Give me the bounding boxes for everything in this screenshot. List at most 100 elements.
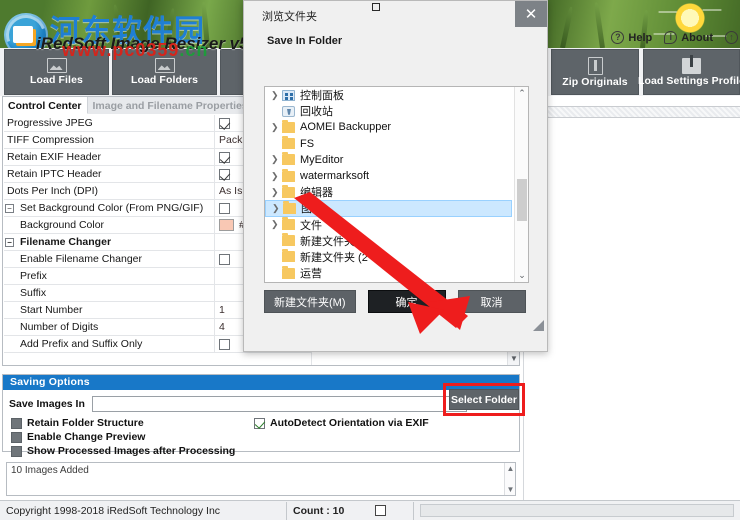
chevron-right-icon[interactable]: ❯ xyxy=(271,122,282,133)
tree-item[interactable]: ❯ AOMEI Backupper xyxy=(265,119,528,135)
checkbox-icon[interactable] xyxy=(11,431,22,443)
save-images-in-value[interactable] xyxy=(93,397,466,399)
property-label: Suffix xyxy=(20,287,47,299)
folder-tree[interactable]: ❯ 控制面板 回收站 ❯ AOMEI Backupper FS ❯ MyEditor … xyxy=(264,86,529,283)
help-link-label: Help xyxy=(628,31,653,44)
checkbox-icon[interactable] xyxy=(219,202,230,214)
log-output-box[interactable]: 10 Images Added ▲ ▼ xyxy=(6,462,516,496)
red-arrow-head xyxy=(408,302,444,334)
autodetect-orientation-checkbox[interactable]: AutoDetect Orientation via EXIF xyxy=(254,416,429,430)
property-row[interactable]: Enable Filename Changer xyxy=(4,251,214,268)
property-row[interactable]: Number of Digits xyxy=(4,319,214,336)
status-separator xyxy=(413,501,414,520)
tab-control-center[interactable]: Control Center xyxy=(3,97,88,114)
chevron-right-icon[interactable]: ❯ xyxy=(271,171,282,182)
checkbox-icon[interactable] xyxy=(254,417,265,429)
info-icon: i xyxy=(664,31,678,44)
checkbox-icon[interactable] xyxy=(11,445,22,457)
checkbox-icon[interactable] xyxy=(219,117,230,129)
property-label: Dots Per Inch (DPI) xyxy=(7,185,99,197)
tree-item[interactable]: ❯ 文件 xyxy=(265,217,528,233)
color-swatch[interactable] xyxy=(219,219,234,231)
load-settings-profile-button[interactable]: Load Settings Profile xyxy=(638,49,740,95)
property-row[interactable]: Retain EXIF Header xyxy=(4,149,214,166)
folder-icon xyxy=(282,217,295,231)
chevron-right-icon[interactable]: ❯ xyxy=(271,219,282,230)
browse-folder-dialog: 浏览文件夹 ✕ Save In Folder ❯ 控制面板 回收站 ❯ AOMEI … xyxy=(243,0,548,352)
resize-grip-icon[interactable] xyxy=(533,320,544,331)
property-row[interactable]: Prefix xyxy=(4,268,214,285)
cancel-button[interactable]: 取消 xyxy=(457,290,526,313)
new-folder-button[interactable]: 新建文件夹(M) xyxy=(264,290,356,313)
property-row[interactable]: Progressive JPEG xyxy=(4,115,214,132)
property-row[interactable]: Add Prefix and Suffix Only xyxy=(4,336,214,353)
dialog-titlebar: 浏览文件夹 ✕ xyxy=(244,1,547,31)
upload-link[interactable]: ↑ xyxy=(725,31,738,44)
tree-item-selected[interactable]: ❯ 图片 xyxy=(265,200,512,217)
collapse-expander-icon[interactable]: − xyxy=(5,237,14,247)
property-row-group[interactable]: − Filename Changer xyxy=(4,234,214,251)
zip-originals-button[interactable]: Zip Originals xyxy=(551,49,639,95)
restore-window-icon[interactable] xyxy=(372,3,380,11)
tree-item-label: AOMEI Backupper xyxy=(300,121,392,134)
scroll-down-icon[interactable]: ▼ xyxy=(505,485,516,494)
checkbox-icon[interactable] xyxy=(219,338,230,350)
close-icon[interactable]: ✕ xyxy=(515,1,547,27)
copyright-text: Copyright 1998-2018 iRedSoft Technology … xyxy=(6,504,221,517)
checkbox-icon[interactable] xyxy=(375,505,386,516)
checkbox-icon[interactable] xyxy=(219,253,230,265)
scroll-up-icon[interactable]: ⌃ xyxy=(515,87,528,100)
about-link[interactable]: i About xyxy=(664,31,713,44)
folder-icon xyxy=(282,152,295,166)
property-row[interactable]: Dots Per Inch (DPI) xyxy=(4,183,214,200)
help-link[interactable]: ? Help xyxy=(611,31,652,44)
chevron-right-icon[interactable]: ❯ xyxy=(272,203,283,214)
status-checkbox-cell[interactable] xyxy=(369,501,413,520)
enable-change-preview-checkbox[interactable]: Enable Change Preview xyxy=(11,430,519,444)
tree-item[interactable]: ❯ 控制面板 xyxy=(265,87,528,103)
dialog-body: ❯ 控制面板 回收站 ❯ AOMEI Backupper FS ❯ MyEditor … xyxy=(244,57,547,351)
property-row[interactable]: TIFF Compression xyxy=(4,132,214,149)
preview-pane-strip xyxy=(524,106,740,118)
property-row[interactable]: Background Color xyxy=(4,217,214,234)
watermark-url-tld: .cn xyxy=(179,40,209,60)
watermark-site-url: www.pc0359.cn xyxy=(62,40,208,61)
collapse-expander-icon[interactable]: − xyxy=(5,203,14,213)
property-row[interactable]: − Set Background Color (From PNG/GIF) xyxy=(4,200,214,217)
scroll-up-icon[interactable]: ▲ xyxy=(505,464,516,473)
scroll-down-icon[interactable]: ▼ xyxy=(508,353,520,365)
checkbox-icon[interactable] xyxy=(219,168,230,180)
chevron-right-icon[interactable]: ❯ xyxy=(271,90,282,101)
chevron-right-icon[interactable]: ❯ xyxy=(271,154,282,165)
checkbox-icon[interactable] xyxy=(11,417,22,429)
tree-item[interactable]: FS xyxy=(265,136,528,152)
chevron-right-icon[interactable]: ❯ xyxy=(271,187,282,198)
tree-item-label: 新建文件夹 xyxy=(300,235,355,248)
log-scrollbar[interactable]: ▲ ▼ xyxy=(504,463,515,495)
checkbox-icon[interactable] xyxy=(219,151,230,163)
show-processed-images-checkbox[interactable]: Show Processed Images after Processing xyxy=(11,444,519,458)
folder-icon xyxy=(282,168,295,182)
property-label: Progressive JPEG xyxy=(7,117,93,129)
property-row[interactable]: Suffix xyxy=(4,285,214,302)
folder-tree-scrollbar[interactable]: ⌃ ⌄ xyxy=(514,87,528,282)
tree-item[interactable]: 新建文件夹 xyxy=(265,233,528,249)
tree-item[interactable]: ❯ 编辑器 xyxy=(265,184,528,200)
recycle-bin-icon xyxy=(282,105,295,117)
tree-item[interactable]: ❯ watermarksoft xyxy=(265,168,528,184)
tree-item[interactable]: 运营 xyxy=(265,265,528,281)
scroll-down-icon[interactable]: ⌄ xyxy=(515,269,528,282)
tree-item-label: 回收站 xyxy=(300,106,333,119)
property-row[interactable]: Retain IPTC Header xyxy=(4,166,214,183)
property-label: Background Color xyxy=(20,219,105,231)
tree-item[interactable]: 回收站 xyxy=(265,103,528,119)
tab-image-and-filename-properties[interactable]: Image and Filename Properties xyxy=(88,97,254,114)
tree-item[interactable]: 新建文件夹 (2 xyxy=(265,249,528,265)
about-link-label: About xyxy=(681,31,713,44)
scrollbar-thumb[interactable] xyxy=(517,179,527,221)
tree-item-label: 新建文件夹 (2 xyxy=(300,251,368,264)
save-images-in-combobox[interactable]: ▾ xyxy=(91,396,467,412)
saving-options-checkbox-list: Retain Folder Structure Enable Change Pr… xyxy=(11,416,519,458)
property-row[interactable]: Start Number xyxy=(4,302,214,319)
tree-item[interactable]: ❯ MyEditor xyxy=(265,152,528,168)
